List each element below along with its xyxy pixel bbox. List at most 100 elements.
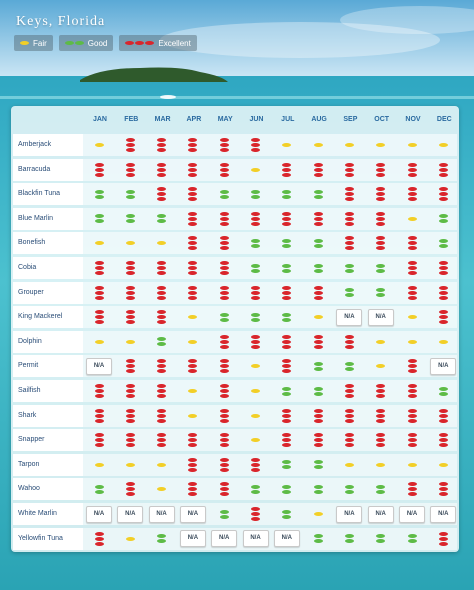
- rating-cell: [398, 306, 426, 328]
- table-row: White Marlin N/A N/A N/A N/A N/A N/A N/A N/A: [13, 503, 457, 525]
- species-label: Dolphin: [13, 330, 83, 353]
- na-badge: N/A: [117, 505, 144, 523]
- fish-icon: [157, 534, 167, 539]
- fish-icon: [438, 261, 448, 265]
- fish-icon: [251, 221, 260, 226]
- fish-icon: [188, 138, 198, 142]
- rating-cell: [179, 454, 207, 476]
- rating-cell: [148, 208, 176, 230]
- species-label: Blackfin Tuna: [13, 183, 83, 206]
- rating-cell: [367, 478, 395, 500]
- table-row: King Mackerel N/A N/A: [13, 306, 457, 329]
- fish-icon: [282, 172, 292, 177]
- rating-cell: N/A: [116, 503, 144, 525]
- fish-icon: [344, 246, 354, 251]
- fish-icon: [219, 413, 229, 418]
- fish-icon: [94, 484, 104, 489]
- rating-cell: [367, 232, 395, 254]
- rating-cell: [304, 282, 332, 304]
- fish-icon: [313, 189, 323, 194]
- rating-cell: [179, 232, 207, 254]
- fish-icon: [251, 143, 260, 147]
- fish-icon: [376, 394, 386, 398]
- fish-icon: [125, 162, 135, 167]
- fish-icon: [94, 394, 104, 398]
- fish-icon: [251, 194, 260, 199]
- fish-icon: [251, 138, 260, 142]
- fish-icon: [219, 359, 229, 364]
- na-badge: N/A: [86, 357, 112, 375]
- rating-cell: [273, 306, 301, 328]
- rating-cell: [398, 232, 426, 254]
- table-row: Snapper: [13, 429, 457, 452]
- fish-icon: [438, 386, 448, 391]
- fish-icon: [376, 288, 386, 293]
- fish-icon: [157, 290, 167, 295]
- fish-icon: [157, 192, 167, 197]
- rating-cell: [179, 208, 207, 230]
- fish-icon: [94, 433, 104, 438]
- fish-icon: [125, 394, 135, 398]
- fish-icon: [125, 167, 135, 172]
- fish-icon: [313, 539, 323, 544]
- fish-icon: [94, 413, 104, 418]
- fish-icon: [438, 271, 448, 275]
- fish-icon: [125, 433, 135, 438]
- fish-icon: [282, 514, 292, 519]
- fish-icon: [407, 143, 417, 147]
- fish-icon: [251, 189, 260, 194]
- fish-icon: [251, 484, 260, 489]
- fish-icon: [125, 364, 135, 369]
- rating-cell: [273, 183, 301, 205]
- fish-icon: [407, 438, 417, 443]
- fish-icon: [251, 263, 260, 268]
- fish-icon: [157, 418, 167, 423]
- rating-cell: [273, 232, 301, 254]
- fish-icon: [157, 138, 167, 142]
- fish-icon: [407, 487, 417, 492]
- rating-cell: [210, 159, 238, 181]
- fish-icon: [219, 143, 229, 147]
- fish-icon: [125, 408, 135, 413]
- fish-icon: [376, 236, 386, 241]
- rating-cell: [242, 478, 270, 500]
- fish-icon: [188, 364, 198, 369]
- fish-icon: [251, 512, 260, 516]
- fish-icon: [438, 162, 448, 167]
- rating-cell: [304, 380, 332, 402]
- fish-icon: [313, 194, 323, 199]
- na-badge: N/A: [430, 357, 457, 375]
- rating-cell: [273, 478, 301, 500]
- table-row: Barracuda: [13, 158, 457, 181]
- rating-cell: [210, 478, 238, 500]
- fish-icon: [438, 172, 448, 177]
- fish-icon: [219, 364, 229, 369]
- fish-icon: [188, 167, 198, 172]
- fish-icon: [282, 238, 292, 243]
- rating-cell: [398, 355, 426, 377]
- fish-icon: [344, 236, 354, 241]
- fish-icon: [157, 197, 167, 202]
- fish-icon: [94, 310, 104, 315]
- fish-icon: [376, 384, 386, 388]
- fish-icon: [219, 482, 229, 487]
- fish-icon: [376, 197, 386, 202]
- rating-cell: [116, 380, 144, 402]
- rating-cell: [116, 306, 144, 328]
- table-row: Sailfish: [13, 380, 457, 402]
- fish-icon: [94, 285, 104, 290]
- month-header-jan: JAN: [92, 116, 107, 123]
- rating-cell: [242, 208, 270, 230]
- rating-cell: [116, 331, 144, 353]
- fish-icon: [438, 391, 448, 396]
- rating-cell: [429, 232, 457, 254]
- rating-cell: [179, 405, 207, 427]
- fish-icon: [219, 266, 229, 270]
- fish-icon: [157, 143, 167, 147]
- rating-cell: [335, 159, 363, 181]
- rating-cell: [179, 257, 207, 279]
- fish-icon: [376, 241, 386, 246]
- fish-icon: [125, 266, 135, 270]
- rating-cell: [398, 405, 426, 427]
- rating-cell: [210, 405, 238, 427]
